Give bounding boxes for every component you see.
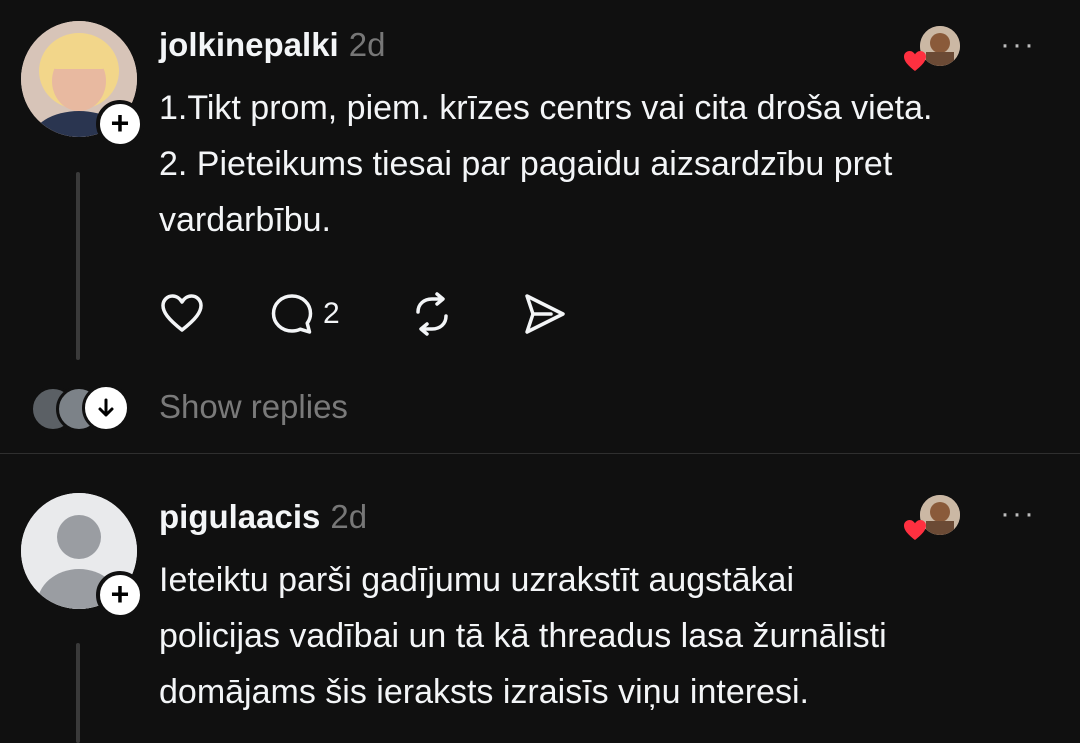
heart-icon <box>161 294 203 332</box>
post-text-line: 1.Tikt prom, piem. krīzes centrs vai cit… <box>159 89 933 127</box>
follow-plus-icon[interactable]: + <box>96 100 144 148</box>
expand-replies-button[interactable] <box>82 384 130 432</box>
post-text-line: Ieteiktu parši gadījumu uzrakstīt augstā… <box>159 561 794 599</box>
more-options-icon[interactable]: ··· <box>1000 28 1036 62</box>
send-icon <box>525 294 565 334</box>
action-bar: 2 <box>159 289 659 339</box>
post-time: 2d <box>330 498 368 535</box>
post-text: 1.Tikt prom, piem. krīzes centrs vai cit… <box>159 80 1059 248</box>
post-text: Ieteiktu parši gadījumu uzrakstīt augstā… <box>159 552 1059 720</box>
thread-line <box>76 172 80 360</box>
post-text-line: domājams šis ieraksts izraisīs viņu inte… <box>159 673 809 711</box>
arrow-down-icon <box>98 398 114 417</box>
liked-heart-icon <box>904 520 926 540</box>
show-replies-row[interactable]: Show replies <box>30 384 530 432</box>
liked-heart-icon <box>904 51 926 71</box>
post-text-line: vardarbību. <box>159 201 331 239</box>
follow-plus-icon[interactable]: + <box>96 571 144 619</box>
share-button[interactable] <box>521 289 567 339</box>
more-options-icon[interactable]: ··· <box>1000 497 1036 531</box>
username[interactable]: pigulaacis 2d <box>159 498 367 536</box>
post-time: 2d <box>348 26 386 63</box>
username-text[interactable]: jolkinepalki <box>159 26 339 63</box>
comment-icon <box>271 294 313 334</box>
username-text[interactable]: pigulaacis <box>159 498 320 535</box>
thread-post: + jolkinepalki 2d ··· 1.Tikt prom, piem. … <box>0 0 1080 452</box>
divider <box>0 453 1080 454</box>
post-text-line: 2. Pieteikums tiesai par pagaidu aizsard… <box>159 145 893 183</box>
like-button[interactable] <box>159 289 205 339</box>
reply-button[interactable]: 2 <box>269 289 340 339</box>
reply-count: 2 <box>323 297 340 330</box>
repost-icon <box>416 292 448 336</box>
thread-post: + pigulaacis 2d ··· Ieteiktu parši gadīju… <box>0 455 1080 743</box>
post-text-line: policijas vadībai un tā kā threadus lasa… <box>159 617 887 655</box>
show-replies-link[interactable]: Show replies <box>159 388 348 426</box>
username[interactable]: jolkinepalki 2d <box>159 26 385 64</box>
repost-button[interactable] <box>409 289 455 339</box>
thread-line <box>76 643 80 743</box>
